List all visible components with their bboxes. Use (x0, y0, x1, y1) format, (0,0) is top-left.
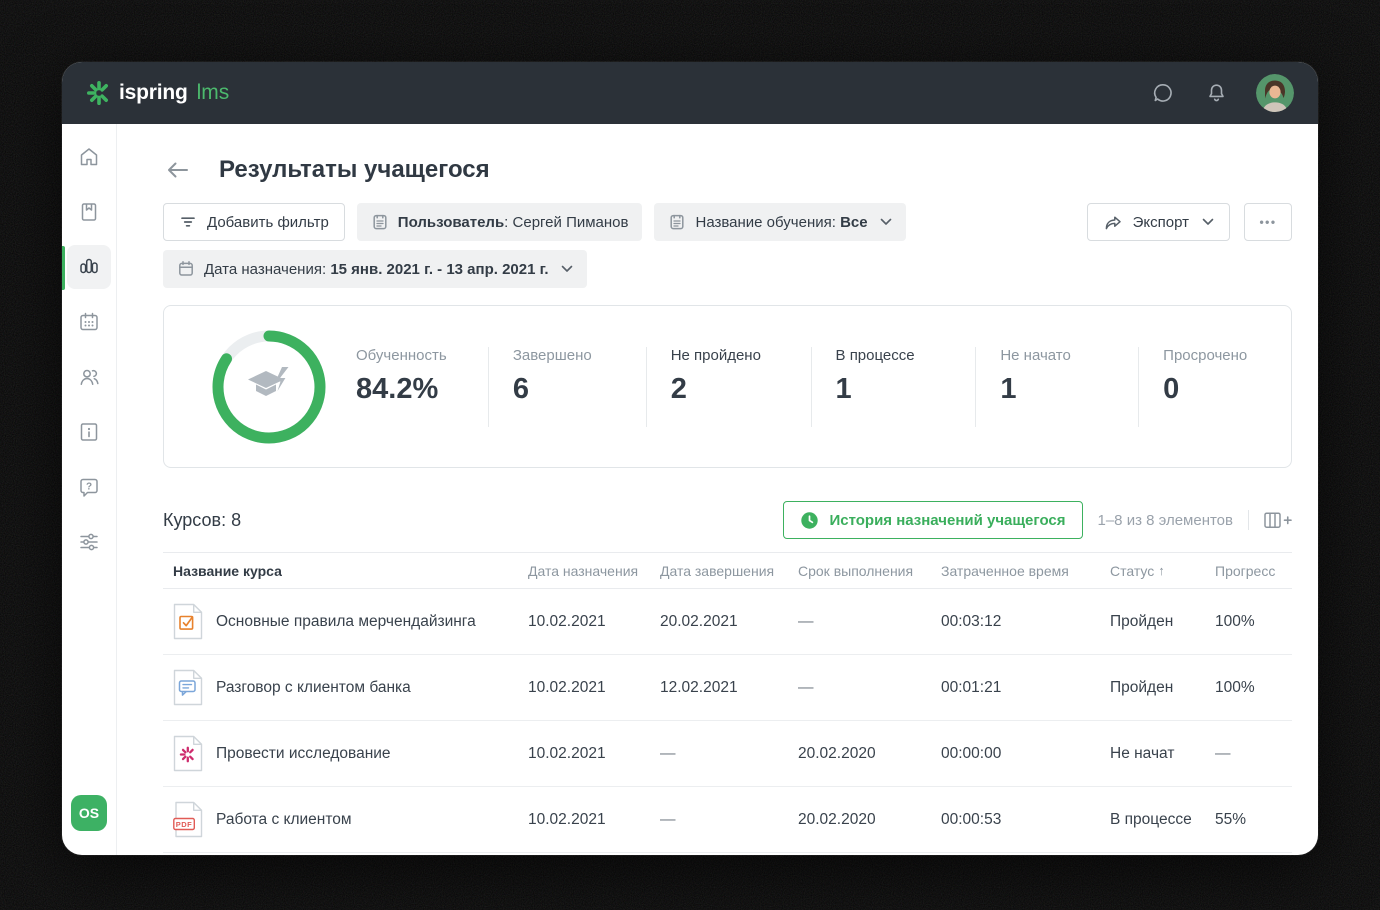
svg-text:?: ? (86, 482, 92, 493)
sidebar-item-users[interactable] (67, 355, 111, 399)
courses-table: Название курса Дата назначения Дата заве… (163, 552, 1292, 853)
app-window: ispring lms ? OS Результаты учащегося До… (62, 62, 1318, 855)
status-cell: Пройден (1110, 678, 1174, 696)
clock-icon (801, 511, 819, 529)
quiz-doc-icon (173, 603, 203, 640)
bell-icon[interactable] (1203, 80, 1229, 106)
avatar[interactable] (1256, 74, 1294, 112)
training-filter-chip[interactable]: Название обучения: Все (654, 203, 906, 241)
table-row[interactable]: Разговор с клиентом банка 10.02.2021 12.… (163, 655, 1292, 721)
sidebar-item-courses[interactable] (67, 190, 111, 234)
export-button[interactable]: Экспорт (1086, 203, 1230, 241)
back-arrow-icon (168, 162, 188, 178)
chat-icon[interactable] (1150, 80, 1176, 106)
chevron-down-icon (561, 265, 572, 272)
chevron-down-icon (880, 218, 891, 225)
assignment-history-button[interactable]: История назначений учащегося (783, 501, 1083, 539)
chevron-down-icon (1202, 218, 1214, 225)
product-name: lms (196, 81, 230, 104)
date-filter-chip[interactable]: Дата назначения: 15 янв. 2021 г. - 13 ап… (163, 250, 587, 288)
stat-overdue: Просрочено 0 (1138, 346, 1291, 427)
reports-icon (80, 258, 98, 274)
courses-count: Курсов: 8 (163, 509, 242, 530)
sidebar-item-catalog[interactable] (67, 410, 111, 454)
sidebar-item-calendar[interactable] (67, 300, 111, 344)
table-row[interactable]: Основные правила мерчендайзинга 10.02.20… (163, 589, 1292, 655)
user-filter-chip[interactable]: Пользователь: Сергей Пиманов (356, 203, 643, 241)
table-header: Название курса Дата назначения Дата заве… (163, 552, 1292, 589)
learning-cap-icon (211, 329, 327, 445)
app-bar: ispring lms (62, 62, 1318, 124)
clipboard-icon (670, 214, 685, 230)
columns-plus-icon (1264, 511, 1292, 528)
page-title: Результаты учащегося (219, 156, 490, 183)
users-icon (80, 369, 99, 385)
stat-completed: Завершено 6 (487, 346, 646, 427)
back-button[interactable] (163, 155, 193, 185)
calendar-small-icon (179, 261, 193, 276)
stat-failed: Не пройдено 2 (645, 346, 811, 427)
more-actions-button[interactable]: ••• (1244, 203, 1292, 241)
add-filter-button[interactable]: Добавить фильтр (163, 203, 345, 241)
divider (1248, 510, 1249, 530)
stats-panel: Обученность 84.2% Завершено 6 Не пройден… (163, 305, 1292, 468)
status-cell: Не начат (1110, 744, 1175, 762)
sliders-icon (80, 533, 98, 551)
sidebar-item-settings[interactable] (67, 520, 111, 564)
help-bubble-icon: ? (80, 478, 98, 497)
home-icon (80, 148, 98, 166)
dialog-doc-icon (173, 669, 203, 706)
sidebar-item-home[interactable] (67, 135, 111, 179)
table-row[interactable]: Провести исследование 10.02.2021 — 20.02… (163, 721, 1292, 787)
sidebar-item-reports[interactable] (67, 245, 111, 289)
filter-icon (181, 217, 195, 227)
user-initials-badge[interactable]: OS (71, 795, 107, 831)
status-cell: Пройден (1110, 612, 1174, 630)
stat-trained: Обученность 84.2% (356, 346, 447, 405)
status-sort-header[interactable]: Статус ↑ (1110, 563, 1215, 579)
stat-in-progress: В процессе 1 (810, 346, 976, 427)
pagination-info: 1–8 из 8 элементов (1097, 511, 1234, 529)
pdf-doc-icon: PDF (173, 801, 203, 838)
sidebar: ? OS (62, 124, 117, 855)
ispring-doc-icon (173, 735, 203, 772)
progress-ring (211, 329, 327, 445)
status-cell: В процессе (1110, 810, 1192, 828)
sort-asc-icon: ↑ (1158, 563, 1165, 578)
stat-not-started: Не начато 1 (975, 346, 1138, 427)
add-columns-button[interactable] (1264, 511, 1292, 529)
logo: ispring lms (86, 80, 229, 106)
calendar-icon (80, 312, 98, 331)
ispring-asterisk-icon (86, 80, 109, 106)
table-row[interactable]: PDF Работа с клиентом 10.02.2021 — 20.02… (163, 787, 1292, 853)
export-icon (1105, 215, 1121, 229)
svg-text:PDF: PDF (176, 820, 193, 829)
book-icon (81, 203, 97, 221)
brand-name: ispring (119, 81, 188, 104)
info-doc-icon (80, 423, 98, 441)
main-content: Результаты учащегося Добавить фильтр Пол… (117, 124, 1318, 855)
sidebar-item-support[interactable]: ? (67, 465, 111, 509)
active-indicator (62, 246, 65, 290)
clipboard-icon (373, 214, 387, 230)
